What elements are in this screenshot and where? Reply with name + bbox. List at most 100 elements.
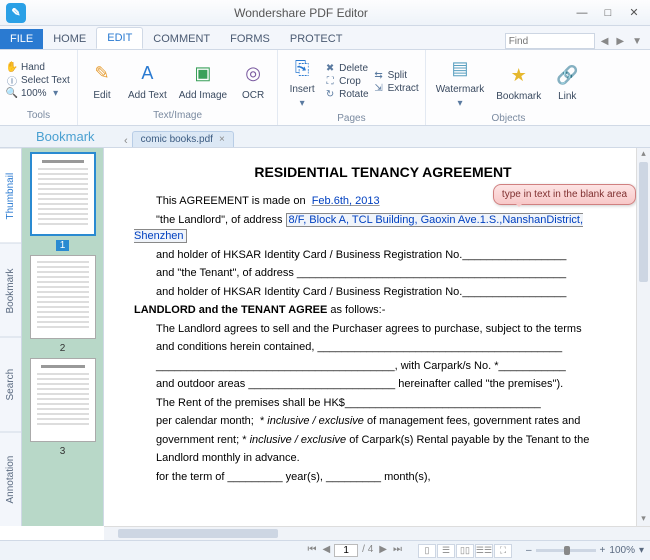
maximize-button[interactable]: □ — [596, 4, 620, 22]
minimize-button[interactable]: — — [570, 4, 594, 22]
thumbnail-panel: 1 2 3 — [22, 148, 104, 526]
hand-tool[interactable]: ✋Hand — [6, 61, 70, 73]
ocr-button[interactable]: ◎OCR — [235, 58, 271, 103]
bookmark-panel-label: Bookmark — [30, 126, 101, 147]
document-tab-bar: Bookmark ‹ comic books.pdf × — [0, 126, 650, 148]
find-options-button[interactable]: ▼ — [630, 36, 644, 47]
first-page-button[interactable]: ⏮ — [305, 544, 318, 557]
close-tab-icon[interactable]: × — [219, 134, 225, 145]
side-tab-bookmark[interactable]: Bookmark — [0, 243, 21, 338]
chevron-down-icon: ▾ — [50, 87, 62, 99]
view-continuous-button[interactable]: ☰ — [437, 544, 455, 558]
insert-icon: ⎘ — [288, 54, 316, 82]
tab-forms[interactable]: FORMS — [220, 29, 280, 49]
zoom-slider[interactable] — [536, 549, 596, 552]
scroll-thumb[interactable] — [118, 529, 278, 538]
extract-button[interactable]: ⇲Extract — [373, 82, 419, 94]
find-group: ◀ ▶ ▼ — [505, 33, 644, 49]
close-button[interactable]: ✕ — [622, 4, 646, 22]
thumbnail-page-2[interactable] — [30, 255, 96, 339]
edit-button[interactable]: ✎Edit — [84, 58, 120, 103]
status-bar: ⏮ ◀ / 4 ▶ ⏭ ▯ ☰ ▯▯ ☰☰ ⛶ – + 100% ▾ — [0, 540, 650, 560]
view-full-button[interactable]: ⛶ — [494, 544, 512, 558]
view-cont-facing-button[interactable]: ☰☰ — [475, 544, 493, 558]
find-prev-button[interactable]: ◀ — [599, 36, 611, 47]
thumbnail-page-3[interactable] — [30, 358, 96, 442]
text-icon: A — [133, 60, 161, 88]
bookmark-button[interactable]: ★Bookmark — [492, 59, 545, 104]
zoom-tool[interactable]: 🔍100%▾ — [6, 87, 70, 99]
document-tab[interactable]: comic books.pdf × — [132, 131, 234, 147]
hand-icon: ✋ — [6, 61, 18, 73]
extract-icon: ⇲ — [373, 82, 385, 94]
horizontal-scrollbar[interactable] — [104, 526, 650, 540]
tab-home[interactable]: HOME — [43, 29, 96, 49]
scroll-up-arrow[interactable]: ▴ — [637, 148, 650, 161]
side-tab-annotation[interactable]: Annotation — [0, 432, 21, 527]
tab-file[interactable]: FILE — [0, 29, 43, 49]
last-page-button[interactable]: ⏭ — [391, 544, 404, 557]
bookmark-icon: ★ — [505, 61, 533, 89]
document-tab-label: comic books.pdf — [141, 134, 213, 145]
thumbnail-page-1[interactable] — [30, 152, 96, 236]
document-viewport[interactable]: type in text in the blank area RESIDENTI… — [104, 148, 650, 526]
find-input[interactable] — [505, 33, 595, 49]
chevron-down-icon: ▾ — [454, 97, 466, 109]
vertical-scrollbar[interactable]: ▴ ▾ — [636, 148, 650, 526]
scroll-thumb[interactable] — [639, 162, 648, 282]
find-next-button[interactable]: ▶ — [614, 36, 626, 47]
tab-comment[interactable]: COMMENT — [143, 29, 220, 49]
add-image-button[interactable]: ▣Add Image — [175, 58, 231, 103]
group-label-tools: Tools — [6, 108, 71, 123]
insert-button[interactable]: ⎘Insert▾ — [284, 52, 320, 111]
select-text-tool[interactable]: ⒾSelect Text — [6, 74, 70, 86]
doc-text: government rent; * inclusive / exclusive… — [156, 434, 589, 446]
tab-edit[interactable]: EDIT — [96, 27, 143, 49]
image-icon: ▣ — [189, 60, 217, 88]
watermark-icon: ▤ — [446, 54, 474, 82]
scroll-down-arrow[interactable]: ▾ — [637, 513, 650, 526]
group-label-objects: Objects — [432, 111, 586, 126]
side-tab-thumbnail[interactable]: Thumbnail — [0, 148, 21, 243]
doc-text: per calendar month; * inclusive / exclus… — [156, 415, 580, 427]
add-text-button[interactable]: AAdd Text — [124, 58, 171, 103]
thumbnail-number: 3 — [60, 446, 66, 457]
hint-callout: type in text in the blank area — [493, 184, 636, 205]
link-button[interactable]: 🔗Link — [549, 59, 585, 104]
crop-icon: ⛶ — [324, 76, 336, 88]
delete-button[interactable]: ✖Delete — [324, 63, 368, 75]
date-field[interactable]: Feb.6th, 2013 — [312, 195, 380, 207]
split-button[interactable]: ⇆Split — [373, 69, 419, 81]
group-label-pages: Pages — [284, 111, 419, 126]
doc-tab-prev[interactable]: ‹ — [124, 135, 128, 147]
side-tab-search[interactable]: Search — [0, 337, 21, 432]
view-single-button[interactable]: ▯ — [418, 544, 436, 558]
thumbnail-number: 1 — [56, 240, 70, 251]
delete-icon: ✖ — [324, 63, 336, 75]
ribbon: ✋Hand ⒾSelect Text 🔍100%▾ Tools ✎Edit AA… — [0, 50, 650, 126]
thumbnail-number: 2 — [60, 343, 66, 354]
title-bar: ✎ Wondershare PDF Editor — □ ✕ — [0, 0, 650, 26]
slider-knob[interactable] — [564, 546, 570, 555]
crop-button[interactable]: ⛶Crop — [324, 76, 368, 88]
next-page-button[interactable]: ▶ — [377, 544, 389, 557]
split-icon: ⇆ — [373, 69, 385, 81]
cursor-icon: Ⓘ — [6, 74, 18, 86]
tab-protect[interactable]: PROTECT — [280, 29, 353, 49]
prev-page-button[interactable]: ◀ — [320, 544, 332, 557]
menu-tab-bar: FILE HOME EDIT COMMENT FORMS PROTECT ◀ ▶… — [0, 26, 650, 50]
ocr-icon: ◎ — [239, 60, 267, 88]
zoom-icon: 🔍 — [6, 87, 18, 99]
app-logo: ✎ — [6, 3, 26, 23]
rotate-icon: ↻ — [324, 89, 336, 101]
watermark-button[interactable]: ▤Watermark▾ — [432, 52, 489, 111]
link-icon: 🔗 — [553, 61, 581, 89]
group-label-textimage: Text/Image — [84, 108, 271, 123]
chevron-down-icon: ▾ — [296, 97, 308, 109]
pencil-icon: ✎ — [88, 60, 116, 88]
view-facing-button[interactable]: ▯▯ — [456, 544, 474, 558]
page-number-input[interactable] — [334, 544, 358, 557]
page-total: / 4 — [360, 544, 375, 557]
document-title: RESIDENTIAL TENANCY AGREEMENT — [134, 162, 632, 183]
rotate-button[interactable]: ↻Rotate — [324, 89, 368, 101]
